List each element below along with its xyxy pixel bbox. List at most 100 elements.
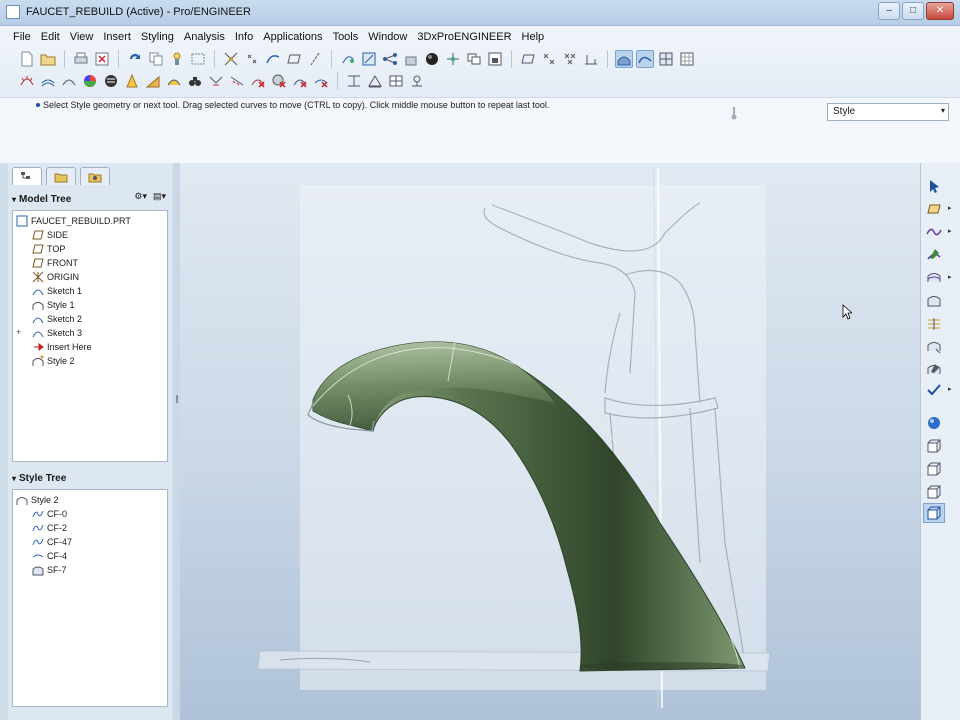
view-cube-2-icon[interactable]: [923, 459, 945, 479]
tree-item-insert-here[interactable]: Insert Here: [32, 340, 92, 354]
shading-icon[interactable]: [402, 50, 420, 68]
close-button[interactable]: ✕: [926, 2, 954, 20]
spin-center-icon[interactable]: [444, 50, 462, 68]
tree-item-sketch-2[interactable]: Sketch 2: [32, 312, 82, 326]
view-cube-1-icon[interactable]: [923, 436, 945, 456]
tree-columns-icon[interactable]: ▤▾: [153, 191, 166, 202]
tree-item-side[interactable]: SIDE: [32, 228, 68, 242]
menu-window[interactable]: Window: [363, 31, 412, 43]
point-display-icon[interactable]: [243, 50, 261, 68]
reflection-analysis-icon[interactable]: [102, 72, 120, 90]
style-tree-item-cf-2[interactable]: CF-2: [32, 521, 67, 535]
table-analysis-icon[interactable]: [387, 72, 405, 90]
sphere-display-icon[interactable]: [423, 50, 441, 68]
measure-icon[interactable]: [582, 50, 600, 68]
grid-icon[interactable]: [678, 50, 696, 68]
tree-settings-icon[interactable]: ⚙▾: [134, 191, 147, 202]
tree-item-part[interactable]: FAUCET_REBUILD.PRT: [16, 214, 131, 228]
section-analysis-icon[interactable]: [39, 72, 57, 90]
active-plane-icon[interactable]: ▸: [923, 199, 952, 219]
select-box-icon[interactable]: [189, 50, 207, 68]
menu-3dx[interactable]: 3DxProENGINEER: [412, 31, 516, 43]
style-curve-icon[interactable]: [636, 50, 654, 68]
layer-icon[interactable]: [465, 50, 483, 68]
appearance-icon[interactable]: [486, 50, 504, 68]
tree-item-style-2[interactable]: Style 2: [32, 354, 75, 368]
shaded-curvature-icon[interactable]: [81, 72, 99, 90]
menu-edit[interactable]: Edit: [36, 31, 65, 43]
orient-icon[interactable]: [360, 50, 378, 68]
menu-file[interactable]: File: [8, 31, 36, 43]
menu-tools[interactable]: Tools: [328, 31, 364, 43]
slope-analysis-icon[interactable]: [144, 72, 162, 90]
plane-display-icon[interactable]: [285, 50, 303, 68]
tab-folder-browser[interactable]: [46, 167, 76, 185]
menu-info[interactable]: Info: [230, 31, 258, 43]
tab-model-tree[interactable]: [12, 167, 42, 185]
tree-item-sketch-3[interactable]: Sketch 3: [32, 326, 82, 340]
delete-all-analysis-icon[interactable]: [270, 72, 288, 90]
graphics-viewport[interactable]: [180, 163, 920, 720]
surface-edit-icon[interactable]: [923, 360, 945, 380]
surface-icon[interactable]: [923, 291, 945, 311]
style-mesh-icon[interactable]: [657, 50, 675, 68]
globe-view-icon[interactable]: [923, 413, 945, 433]
style-tree-item-cf-47[interactable]: CF-47: [32, 535, 72, 549]
tree-item-origin[interactable]: ORIGIN: [32, 270, 79, 284]
delete-analysis-icon[interactable]: [249, 72, 267, 90]
expand-icon[interactable]: +: [16, 327, 21, 337]
menu-applications[interactable]: Applications: [258, 31, 327, 43]
edit-curve-icon[interactable]: [923, 245, 945, 265]
offset-analysis-icon[interactable]: [60, 72, 78, 90]
collapse-icon[interactable]: ▾: [12, 474, 16, 483]
saved-views-icon[interactable]: [339, 50, 357, 68]
binoculars-icon[interactable]: [186, 72, 204, 90]
menu-analysis[interactable]: Analysis: [179, 31, 230, 43]
menu-help[interactable]: Help: [517, 31, 550, 43]
coord-sys-icon[interactable]: [561, 50, 579, 68]
surface-connect-icon[interactable]: [923, 314, 945, 334]
style-tree-item-cf-0[interactable]: CF-0: [32, 507, 67, 521]
select-arrow-icon[interactable]: [923, 176, 945, 196]
menu-insert[interactable]: Insert: [98, 31, 136, 43]
axis-display-icon[interactable]: [306, 50, 324, 68]
tree-item-front[interactable]: FRONT: [32, 256, 78, 270]
deviation-analysis-icon[interactable]: [228, 72, 246, 90]
draft-analysis-icon[interactable]: [123, 72, 141, 90]
triangle-analysis-icon[interactable]: [366, 72, 384, 90]
tab-favorites[interactable]: [80, 167, 110, 185]
regenerate-icon[interactable]: [126, 50, 144, 68]
filter-select[interactable]: Style ▾: [827, 103, 949, 121]
network-icon[interactable]: [381, 50, 399, 68]
style-tree-item-sf-7[interactable]: SF-7: [32, 563, 67, 577]
curvature-analysis-icon[interactable]: [18, 72, 36, 90]
menu-styling[interactable]: Styling: [136, 31, 179, 43]
tree-item-style-1[interactable]: Style 1: [32, 298, 75, 312]
open-folder-icon[interactable]: [39, 50, 57, 68]
print-icon[interactable]: [72, 50, 90, 68]
sketch-plane-icon[interactable]: [519, 50, 537, 68]
maximize-button[interactable]: □: [902, 2, 924, 20]
datum-display-icon[interactable]: [222, 50, 240, 68]
tree-item-sketch-1[interactable]: Sketch 1: [32, 284, 82, 298]
style-tree-item-style-2[interactable]: Style 2: [16, 493, 59, 507]
done-check-icon[interactable]: ▸: [923, 380, 952, 400]
curve-display-icon[interactable]: [264, 50, 282, 68]
close-window-icon[interactable]: [93, 50, 111, 68]
surface-trim-icon[interactable]: [923, 337, 945, 357]
paste-icon[interactable]: [168, 50, 186, 68]
delete-section-icon[interactable]: [312, 72, 330, 90]
info-analysis-icon[interactable]: [408, 72, 426, 90]
collapse-icon[interactable]: ▾: [12, 195, 16, 204]
tree-item-top[interactable]: TOP: [32, 242, 65, 256]
create-curve-icon[interactable]: ▸: [923, 222, 952, 242]
connection-analysis-icon[interactable]: [207, 72, 225, 90]
copy-icon[interactable]: [147, 50, 165, 68]
new-file-icon[interactable]: [18, 50, 36, 68]
style-surface-icon[interactable]: [615, 50, 633, 68]
datum-point-icon[interactable]: [540, 50, 558, 68]
curve-from-surface-icon[interactable]: ▸: [923, 268, 952, 288]
height-analysis-icon[interactable]: [345, 72, 363, 90]
style-tree-item-cf-4[interactable]: CF-4: [32, 549, 67, 563]
minimize-button[interactable]: –: [878, 2, 900, 20]
